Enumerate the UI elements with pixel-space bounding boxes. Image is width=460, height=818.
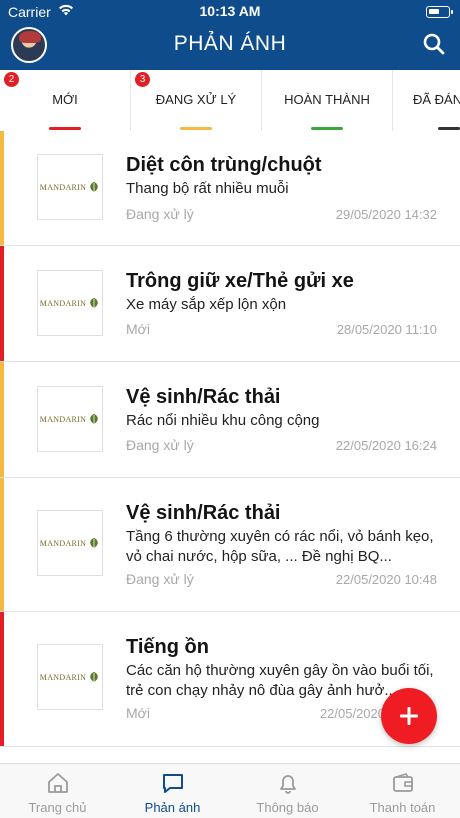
item-date: 28/05/2020 11:10 xyxy=(336,322,437,337)
tab-underline xyxy=(311,127,343,130)
item-title: Diệt côn trùng/chuột xyxy=(126,154,322,176)
chat-icon xyxy=(162,774,183,793)
leaf-icon xyxy=(90,414,98,424)
tab-underline xyxy=(180,127,212,130)
add-feedback-button[interactable] xyxy=(381,688,437,744)
page-title: PHẢN ÁNH xyxy=(173,32,287,55)
tab-label: HOÀN THÀNH xyxy=(284,91,370,107)
building-logo: MANDARIN xyxy=(37,510,103,576)
list-item[interactable]: MANDARIN Trông giữ xe/Thẻ gửi xe Xe máy … xyxy=(0,246,460,362)
status-bar-indicator xyxy=(0,246,4,361)
status-bar-indicator xyxy=(0,478,4,611)
status-bar-indicator xyxy=(0,612,4,746)
tab-label: ĐÃ ĐÁN xyxy=(413,91,460,107)
bottom-nav: Trang chủ Phản ánh Thông báo Thanh toán xyxy=(0,763,460,818)
leaf-icon xyxy=(90,298,98,308)
wallet-icon xyxy=(392,773,413,792)
item-status: Mới xyxy=(126,321,150,337)
item-title: Vệ sinh/Rác thải xyxy=(126,386,281,408)
tab-label: ĐANG XỬ LÝ xyxy=(155,91,237,107)
list-item[interactable]: MANDARIN Vệ sinh/Rác thải Tầng 6 thường … xyxy=(0,478,460,612)
nav-label: Thông báo xyxy=(256,800,319,815)
search-button[interactable] xyxy=(422,32,446,56)
feedback-list: MANDARIN Diệt côn trùng/chuột Thang bộ r… xyxy=(0,131,460,747)
plus-icon xyxy=(400,707,418,725)
logo-text: MANDARIN xyxy=(39,298,87,308)
item-status: Đang xử lý xyxy=(126,206,194,222)
status-tabs: 2 MỚI 3 ĐANG XỬ LÝ HOÀN THÀNH ĐÃ ĐÁN xyxy=(0,70,460,132)
nav-payment[interactable]: Thanh toán xyxy=(345,764,460,818)
status-bar-indicator xyxy=(0,131,4,245)
search-icon xyxy=(423,33,445,55)
app-header: Carrier 10:13 AM PHẢN ÁNH xyxy=(0,0,460,70)
item-description: Thang bộ rất nhiều muỗi xyxy=(126,180,289,197)
status-bar-indicator xyxy=(0,362,4,477)
tab-underline xyxy=(49,127,81,130)
item-description: Rác nổi nhiều khu công cộng xyxy=(126,412,320,429)
item-status: Mới xyxy=(126,705,150,721)
item-status: Đang xử lý xyxy=(126,571,194,587)
tab-completed[interactable]: HOÀN THÀNH xyxy=(262,70,393,131)
logo-text: MANDARIN xyxy=(39,538,87,548)
nav-feedback[interactable]: Phản ánh xyxy=(115,764,230,818)
item-date: 22/05/2020 10:48 xyxy=(335,572,437,587)
battery-icon xyxy=(426,6,453,18)
tab-badge: 3 xyxy=(135,72,150,87)
logo-text: MANDARIN xyxy=(39,414,87,424)
list-item[interactable]: MANDARIN Diệt côn trùng/chuột Thang bộ r… xyxy=(0,131,460,246)
nav-home[interactable]: Trang chủ xyxy=(0,764,115,818)
nav-notifications[interactable]: Thông báo xyxy=(230,764,345,818)
item-status: Đang xử lý xyxy=(126,437,194,453)
item-date: 22/05/2020 16:24 xyxy=(335,438,437,453)
status-bar: Carrier 10:13 AM xyxy=(0,0,460,24)
leaf-icon xyxy=(90,182,98,192)
bell-icon xyxy=(279,775,296,794)
leaf-icon xyxy=(90,672,98,682)
clock: 10:13 AM xyxy=(199,3,261,19)
tab-label: MỚI xyxy=(52,91,78,107)
building-logo: MANDARIN xyxy=(37,644,103,710)
building-logo: MANDARIN xyxy=(37,270,103,336)
item-description: Tầng 6 thường xuyên có rác nổi, vỏ bánh … xyxy=(126,528,434,565)
item-description: Xe máy sắp xếp lộn xộn xyxy=(126,296,287,313)
home-icon xyxy=(47,773,68,793)
tab-new[interactable]: 2 MỚI xyxy=(0,70,131,131)
item-date: 22/05/2020 xyxy=(319,706,385,721)
tab-rated[interactable]: ĐÃ ĐÁN xyxy=(393,70,460,131)
nav-label: Trang chủ xyxy=(28,800,87,815)
item-title: Vệ sinh/Rác thải xyxy=(126,502,281,524)
item-title: Tiếng ồn xyxy=(126,636,209,658)
tab-badge: 2 xyxy=(4,72,19,87)
logo-text: MANDARIN xyxy=(39,672,87,682)
tab-underline xyxy=(438,127,460,130)
list-item[interactable]: MANDARIN Vệ sinh/Rác thải Rác nổi nhiều … xyxy=(0,362,460,478)
nav-label: Thanh toán xyxy=(369,800,436,815)
item-date: 29/05/2020 14:32 xyxy=(335,207,437,222)
building-logo: MANDARIN xyxy=(37,154,103,220)
building-logo: MANDARIN xyxy=(37,386,103,452)
logo-text: MANDARIN xyxy=(39,182,87,192)
nav-label: Phản ánh xyxy=(144,800,201,815)
tab-processing[interactable]: 3 ĐANG XỬ LÝ xyxy=(131,70,262,131)
leaf-icon xyxy=(90,538,98,548)
item-title: Trông giữ xe/Thẻ gửi xe xyxy=(126,270,354,292)
